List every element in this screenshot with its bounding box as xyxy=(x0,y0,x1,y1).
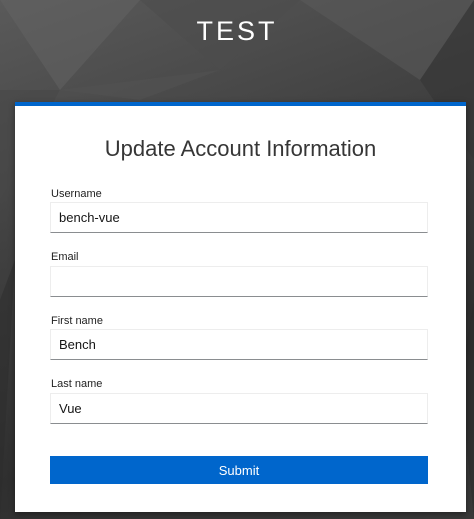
last-name-field[interactable] xyxy=(50,393,428,424)
page-title: Update Account Information xyxy=(104,136,377,161)
first-name-label: First name xyxy=(51,315,103,327)
email-label: Email xyxy=(51,251,79,263)
login-card: Update Account Information Username Emai… xyxy=(15,102,466,512)
submit-button[interactable]: Submit xyxy=(50,456,428,484)
realm-title: TEST xyxy=(196,16,278,46)
email-field[interactable] xyxy=(50,266,428,297)
username-label: Username xyxy=(51,188,102,200)
last-name-label: Last name xyxy=(51,378,103,390)
username-field[interactable] xyxy=(50,202,428,233)
first-name-field[interactable] xyxy=(50,329,428,360)
